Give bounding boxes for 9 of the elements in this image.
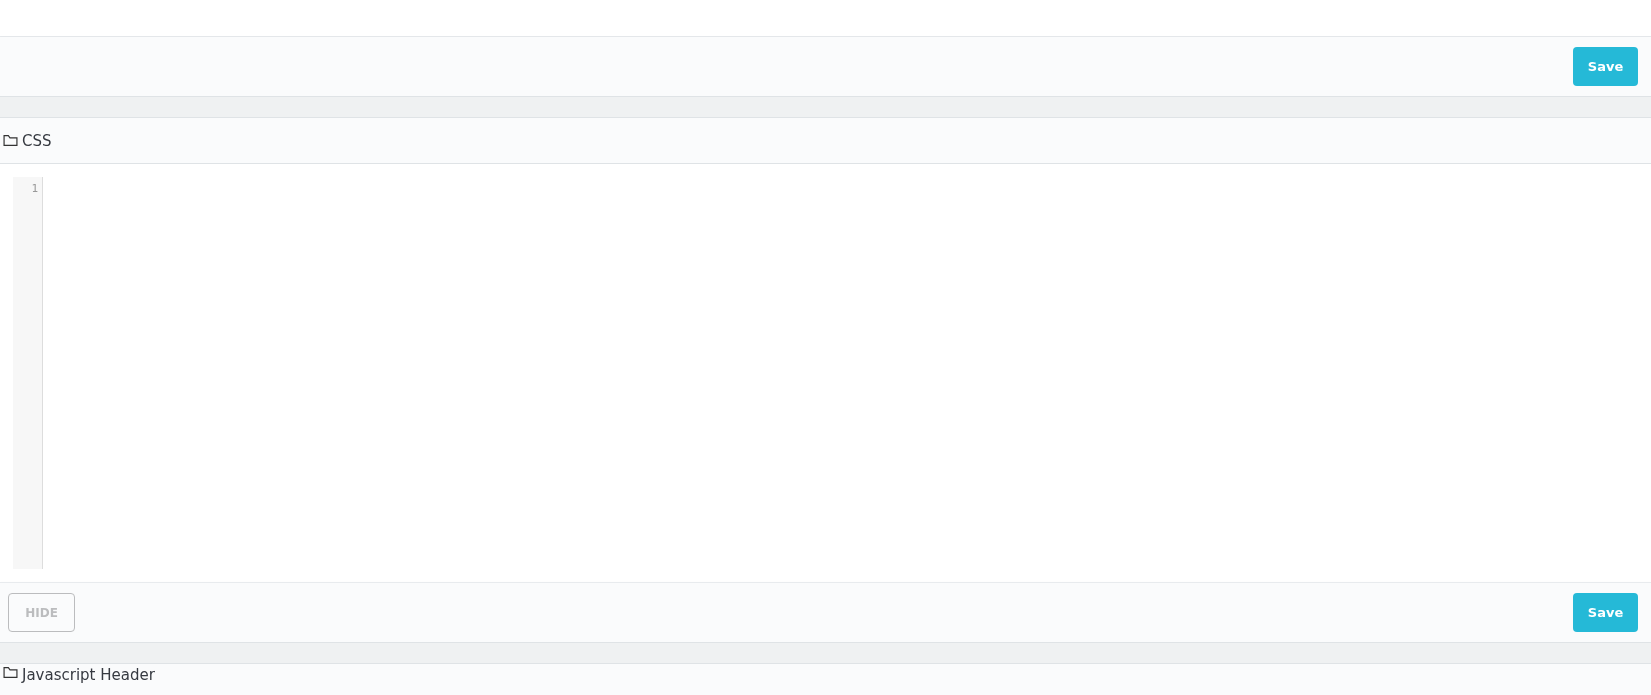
save-button[interactable]: Save — [1573, 47, 1638, 86]
code-editor[interactable]: 1 — [13, 177, 1651, 569]
folder-icon — [3, 666, 18, 679]
save-button[interactable]: Save — [1573, 593, 1638, 632]
hide-button[interactable]: HIDE — [8, 593, 75, 632]
panel-title: CSS — [22, 131, 52, 150]
panel-title: Javascript Header — [22, 666, 155, 684]
folder-icon — [3, 134, 18, 147]
line-number: 1 — [31, 182, 39, 195]
